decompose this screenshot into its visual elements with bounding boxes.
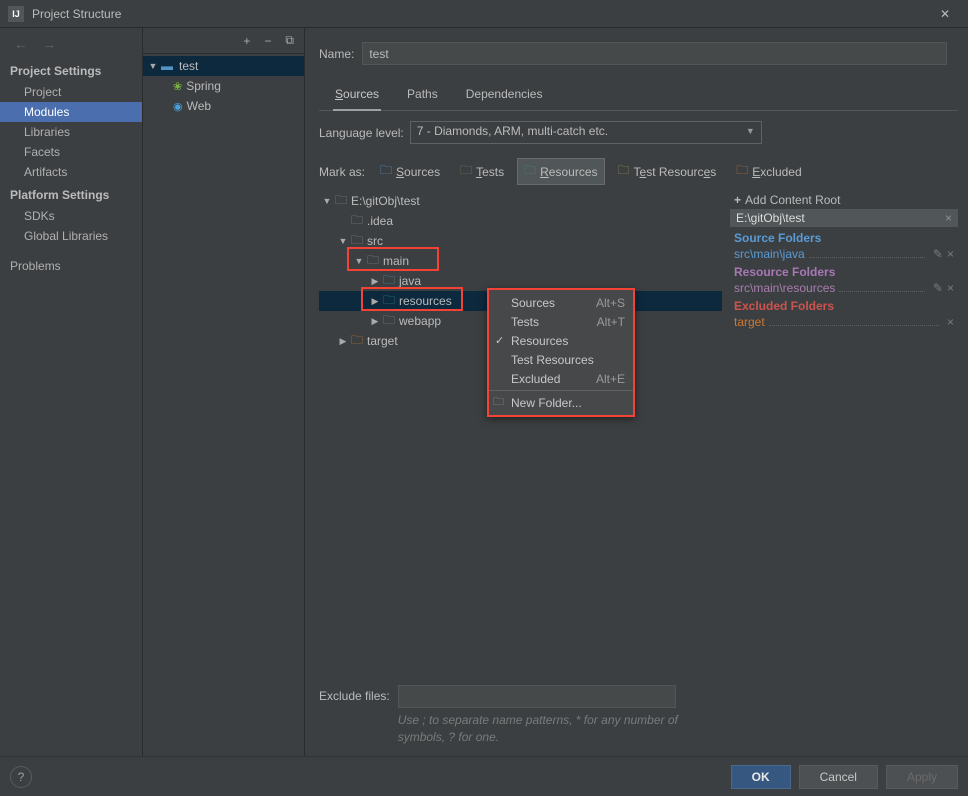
source-tree: ▼🗀E:\gitObj\test 🗀.idea ▼🗀src ▼🗀main ▶🗀j… — [319, 191, 722, 677]
remove-icon[interactable]: × — [947, 247, 954, 261]
window-title: Project Structure — [32, 7, 930, 21]
ok-button[interactable]: OK — [731, 765, 791, 789]
ctx-resources[interactable]: ✓Resources — [489, 331, 633, 350]
folder-resource-icon: 🗀 — [381, 291, 397, 312]
nav-sdks[interactable]: SDKs — [0, 206, 142, 226]
mark-as-label: Mark as: — [319, 165, 365, 179]
exclude-files-label: Exclude files: — [319, 685, 390, 703]
nav-project[interactable]: Project — [0, 82, 142, 102]
resource-folder-entry[interactable]: src\main\resources✎× — [734, 281, 954, 295]
cancel-button[interactable]: Cancel — [799, 765, 878, 789]
exclude-files-hint: Use ; to separate name patterns, * for a… — [398, 712, 698, 746]
close-icon[interactable]: ✕ — [930, 7, 960, 21]
mark-excluded[interactable]: 🗀Excluded — [729, 158, 808, 185]
source-folders-title: Source Folders — [734, 231, 954, 245]
content-root-path[interactable]: E:\gitObj\test× — [730, 209, 958, 227]
folder-source-icon: 🗀 — [381, 271, 397, 292]
tree-root[interactable]: ▼🗀E:\gitObj\test — [319, 191, 722, 211]
facet-web[interactable]: ◉ Web — [143, 96, 304, 116]
tab-dependencies[interactable]: Dependencies — [464, 83, 545, 110]
nav-problems[interactable]: Problems — [0, 256, 142, 276]
add-content-root[interactable]: +Add Content Root — [730, 191, 958, 209]
mark-as-context-menu: SourcesAlt+S TestsAlt+T ✓Resources Test … — [487, 288, 635, 417]
mark-test-resources[interactable]: 🗀Test Resources — [611, 158, 724, 185]
module-editor: Name: Sources Paths Dependencies Languag… — [305, 28, 968, 756]
edit-icon[interactable]: ✎ — [933, 247, 943, 261]
folder-resources-icon: 🗀 — [524, 161, 536, 182]
ctx-sources[interactable]: SourcesAlt+S — [489, 293, 633, 312]
nav-libraries[interactable]: Libraries — [0, 122, 142, 142]
spring-icon: ❀ — [173, 80, 182, 93]
language-level-label: Language level: — [319, 126, 404, 140]
exclude-files-input[interactable] — [398, 685, 676, 708]
mark-sources[interactable]: 🗀Sources — [373, 158, 447, 185]
edit-icon[interactable]: ✎ — [933, 281, 943, 295]
add-module-icon[interactable]: + — [243, 34, 250, 48]
module-name-input[interactable] — [362, 42, 947, 65]
copy-module-icon[interactable]: ⧉ — [285, 33, 294, 48]
nav-facets[interactable]: Facets — [0, 142, 142, 162]
module-panel: + − ⧉ ▼ ▬ test ❀ Spring ◉ Web — [143, 28, 305, 756]
project-settings-header: Project Settings — [0, 58, 142, 82]
apply-button[interactable]: Apply — [886, 765, 958, 789]
source-folder-entry[interactable]: src\main\java✎× — [734, 247, 954, 261]
mark-tests[interactable]: 🗀Tests — [453, 158, 511, 185]
ctx-excluded[interactable]: ExcludedAlt+E — [489, 369, 633, 388]
ctx-tests[interactable]: TestsAlt+T — [489, 312, 633, 331]
remove-root-icon[interactable]: × — [945, 211, 952, 225]
folder-test-resources-icon: 🗀 — [618, 161, 630, 182]
facet-web-label: Web — [187, 99, 211, 113]
tab-sources[interactable]: Sources — [333, 83, 381, 111]
help-button[interactable]: ? — [10, 766, 32, 788]
folder-icon: 🗀 — [349, 211, 365, 232]
ctx-new-folder[interactable]: 🗀New Folder... — [489, 393, 633, 412]
folder-excluded-icon: 🗀 — [736, 161, 748, 182]
content-roots-panel: +Add Content Root E:\gitObj\test× Source… — [730, 191, 958, 677]
remove-icon[interactable]: × — [947, 315, 954, 329]
language-level-value: 7 - Diamonds, ARM, multi-catch etc. — [417, 124, 608, 138]
folder-sources-icon: 🗀 — [380, 161, 392, 182]
tab-paths[interactable]: Paths — [405, 83, 440, 110]
nav-modules[interactable]: Modules — [0, 102, 142, 122]
mark-resources[interactable]: 🗀Resources — [517, 158, 604, 185]
folder-excluded-icon: 🗀 — [349, 331, 365, 352]
nav-back-icon[interactable]: ← — [14, 36, 28, 52]
web-icon: ◉ — [173, 100, 183, 113]
folder-icon: 🗀 — [381, 311, 397, 332]
resource-folders-title: Resource Folders — [734, 265, 954, 279]
module-label: test — [179, 59, 198, 73]
folder-icon: 🗀 — [365, 251, 381, 272]
folder-tests-icon: 🗀 — [460, 161, 472, 182]
module-test[interactable]: ▼ ▬ test — [143, 56, 304, 76]
facet-spring-label: Spring — [186, 79, 221, 93]
language-level-select[interactable]: 7 - Diamonds, ARM, multi-catch etc. ▼ — [410, 121, 762, 144]
folder-icon: 🗀 — [333, 191, 349, 212]
plus-icon: + — [734, 193, 741, 207]
tree-main[interactable]: ▼🗀main — [319, 251, 722, 271]
separator — [489, 390, 633, 391]
name-label: Name: — [319, 47, 354, 61]
remove-module-icon[interactable]: − — [264, 34, 271, 48]
ctx-test-resources[interactable]: Test Resources — [489, 350, 633, 369]
folder-icon: 🗀 — [349, 231, 365, 252]
tree-src[interactable]: ▼🗀src — [319, 231, 722, 251]
excluded-folders-title: Excluded Folders — [734, 299, 954, 313]
module-tabs: Sources Paths Dependencies — [319, 83, 958, 111]
platform-settings-header: Platform Settings — [0, 182, 142, 206]
new-folder-icon: 🗀 — [493, 393, 504, 412]
excluded-folder-entry[interactable]: target× — [734, 315, 954, 329]
remove-icon[interactable]: × — [947, 281, 954, 295]
chevron-down-icon: ▼ — [746, 126, 755, 136]
settings-nav: ← → Project Settings Project Modules Lib… — [0, 28, 143, 756]
titlebar: IJ Project Structure ✕ — [0, 0, 968, 28]
tree-idea[interactable]: 🗀.idea — [319, 211, 722, 231]
facet-spring[interactable]: ❀ Spring — [143, 76, 304, 96]
nav-artifacts[interactable]: Artifacts — [0, 162, 142, 182]
app-icon: IJ — [8, 6, 24, 22]
module-icon: ▬ — [159, 59, 175, 73]
dialog-footer: ? OK Cancel Apply — [0, 756, 968, 796]
nav-global-libraries[interactable]: Global Libraries — [0, 226, 142, 246]
check-icon: ✓ — [495, 334, 504, 347]
nav-forward-icon[interactable]: → — [42, 36, 56, 52]
